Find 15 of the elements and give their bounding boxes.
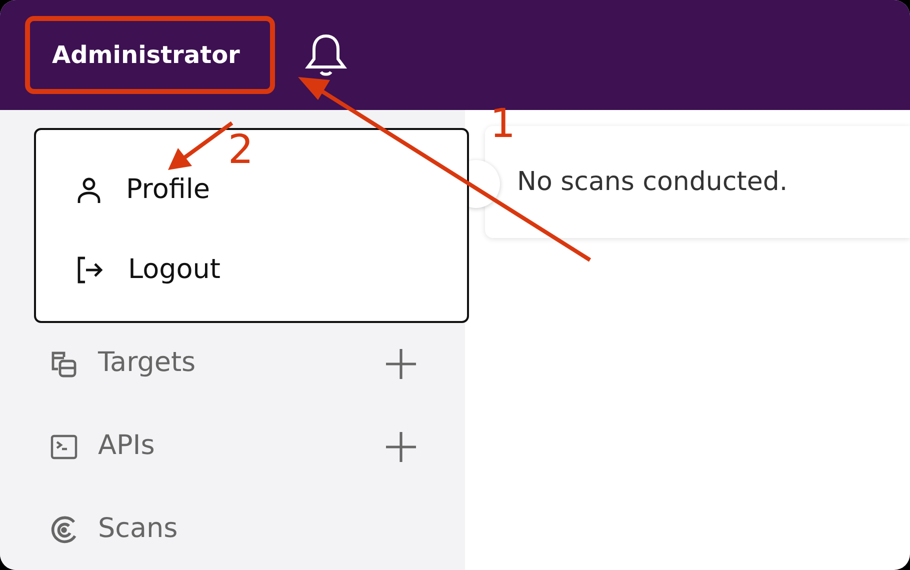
sidebar-item[interactable]: Targets: [98, 343, 385, 384]
stacked-windows-icon: [50, 350, 78, 378]
plus-icon[interactable]: [385, 430, 417, 462]
sidebar-item[interactable]: APIs: [98, 426, 385, 467]
menu-item[interactable]: Profile: [76, 150, 210, 230]
user-menu-button[interactable]: Administrator: [25, 16, 275, 94]
menu-item[interactable]: Logout: [76, 230, 220, 310]
annotation-number: 2: [228, 130, 254, 170]
plus-icon[interactable]: [385, 348, 417, 380]
logout-icon: [76, 256, 104, 284]
terminal-icon: [50, 434, 78, 460]
person-icon: [76, 176, 102, 204]
bell-icon[interactable]: [304, 33, 347, 77]
radar-icon: [50, 516, 78, 544]
sidebar-item[interactable]: Scans: [98, 509, 417, 550]
